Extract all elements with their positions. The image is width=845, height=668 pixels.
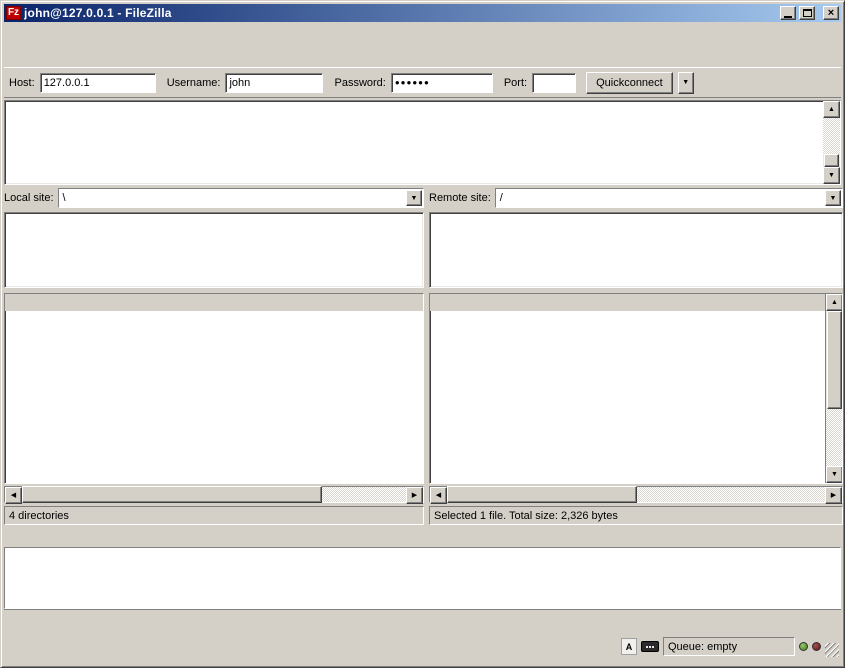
scroll-up-icon[interactable]: ▲ xyxy=(823,101,840,118)
toolbar xyxy=(4,42,841,68)
remote-pane: Remote site: / ▼ ▲ ▼ xyxy=(429,188,843,525)
scrollbar-track[interactable] xyxy=(826,409,842,466)
remote-site-dropdown-button[interactable]: ▼ xyxy=(825,190,841,206)
local-horizontal-scrollbar[interactable]: ◀ ▶ xyxy=(4,486,424,503)
local-directory-tree xyxy=(4,212,424,288)
scroll-right-icon[interactable]: ▶ xyxy=(406,487,423,504)
queue-status-text: Queue: empty xyxy=(663,637,795,656)
titlebar: Fz john@127.0.0.1 - FileZilla × xyxy=(4,4,841,22)
message-log-scrollbar[interactable]: ▲ ▼ xyxy=(823,101,840,184)
close-button[interactable]: × xyxy=(823,6,839,20)
remote-file-rows xyxy=(430,311,825,483)
scrollbar-track[interactable] xyxy=(637,487,825,502)
chevron-down-icon: ▼ xyxy=(411,195,418,202)
minimize-icon xyxy=(784,9,792,18)
local-site-value: \ xyxy=(63,192,406,204)
maximize-icon xyxy=(803,9,812,17)
remote-directory-tree xyxy=(429,212,843,288)
host-label: Host: xyxy=(9,77,35,89)
remote-site-label: Remote site: xyxy=(429,192,491,204)
remote-site-value: / xyxy=(500,192,825,204)
scrollbar-track[interactable] xyxy=(322,487,406,502)
transfer-queue-body[interactable] xyxy=(4,547,841,609)
browser-panes: Local site: \ ▼ ◀ ▶ 4 directories xyxy=(4,188,841,525)
message-log: ▲ ▼ xyxy=(4,100,841,185)
quickconnect-dropdown-button[interactable]: ▼ xyxy=(678,72,694,94)
data-type-ascii-icon: A xyxy=(621,638,637,655)
local-status-text: 4 directories xyxy=(4,506,424,525)
local-site-dropdown-button[interactable]: ▼ xyxy=(406,190,422,206)
scroll-right-icon[interactable]: ▶ xyxy=(825,487,842,504)
scrollbar-thumb[interactable] xyxy=(824,154,839,167)
local-site-combobox[interactable]: \ ▼ xyxy=(58,188,424,208)
scroll-left-icon[interactable]: ◀ xyxy=(430,487,447,504)
username-input[interactable] xyxy=(225,73,323,93)
local-site-label: Local site: xyxy=(4,192,54,204)
scroll-down-icon[interactable]: ▼ xyxy=(823,167,840,184)
remote-site-combobox[interactable]: / ▼ xyxy=(495,188,843,208)
password-input[interactable] xyxy=(391,73,493,93)
scroll-down-icon[interactable]: ▼ xyxy=(826,466,843,483)
queue-tabs xyxy=(4,609,841,632)
remote-horizontal-scrollbar[interactable]: ◀ ▶ xyxy=(429,486,843,503)
scrollbar-track[interactable] xyxy=(823,118,840,154)
chevron-down-icon: ▼ xyxy=(830,195,837,202)
app-icon: Fz xyxy=(6,6,21,20)
local-pane: Local site: \ ▼ ◀ ▶ 4 directories xyxy=(4,188,424,525)
quickconnect-bar: Host: Username: Password: Port: Quickcon… xyxy=(4,68,841,98)
filezilla-window: Fz john@127.0.0.1 - FileZilla × Host: Us… xyxy=(0,0,845,668)
scrollbar-thumb[interactable] xyxy=(447,486,637,503)
scrollbar-thumb[interactable] xyxy=(827,311,842,409)
scroll-left-icon[interactable]: ◀ xyxy=(5,487,22,504)
transfer-queue xyxy=(4,529,841,632)
username-label: Username: xyxy=(167,77,221,89)
receive-indicator-led-icon xyxy=(799,642,808,651)
remote-vertical-scrollbar[interactable]: ▲ ▼ xyxy=(825,294,842,483)
remote-status-text: Selected 1 file. Total size: 2,326 bytes xyxy=(429,506,843,525)
send-indicator-led-icon xyxy=(812,642,821,651)
chevron-down-icon: ▼ xyxy=(682,79,689,86)
message-log-lines xyxy=(5,101,823,184)
port-input[interactable] xyxy=(532,73,576,93)
maximize-button[interactable] xyxy=(799,6,815,20)
quickconnect-button[interactable]: Quickconnect xyxy=(586,72,673,94)
scroll-up-icon[interactable]: ▲ xyxy=(826,294,843,311)
menubar xyxy=(4,22,841,42)
remote-file-list: ▲ ▼ xyxy=(429,293,843,484)
minimize-button[interactable] xyxy=(780,6,796,20)
port-label: Port: xyxy=(504,77,527,89)
scrollbar-thumb[interactable] xyxy=(22,486,322,503)
speed-limit-icon xyxy=(641,641,659,652)
window-title: john@127.0.0.1 - FileZilla xyxy=(24,6,777,20)
close-icon: × xyxy=(828,8,834,18)
local-file-list xyxy=(4,293,424,484)
local-file-rows xyxy=(5,311,423,483)
resize-grip[interactable] xyxy=(825,643,839,657)
statusbar: A Queue: empty xyxy=(4,635,841,658)
host-input[interactable] xyxy=(40,73,156,93)
password-label: Password: xyxy=(334,77,385,89)
